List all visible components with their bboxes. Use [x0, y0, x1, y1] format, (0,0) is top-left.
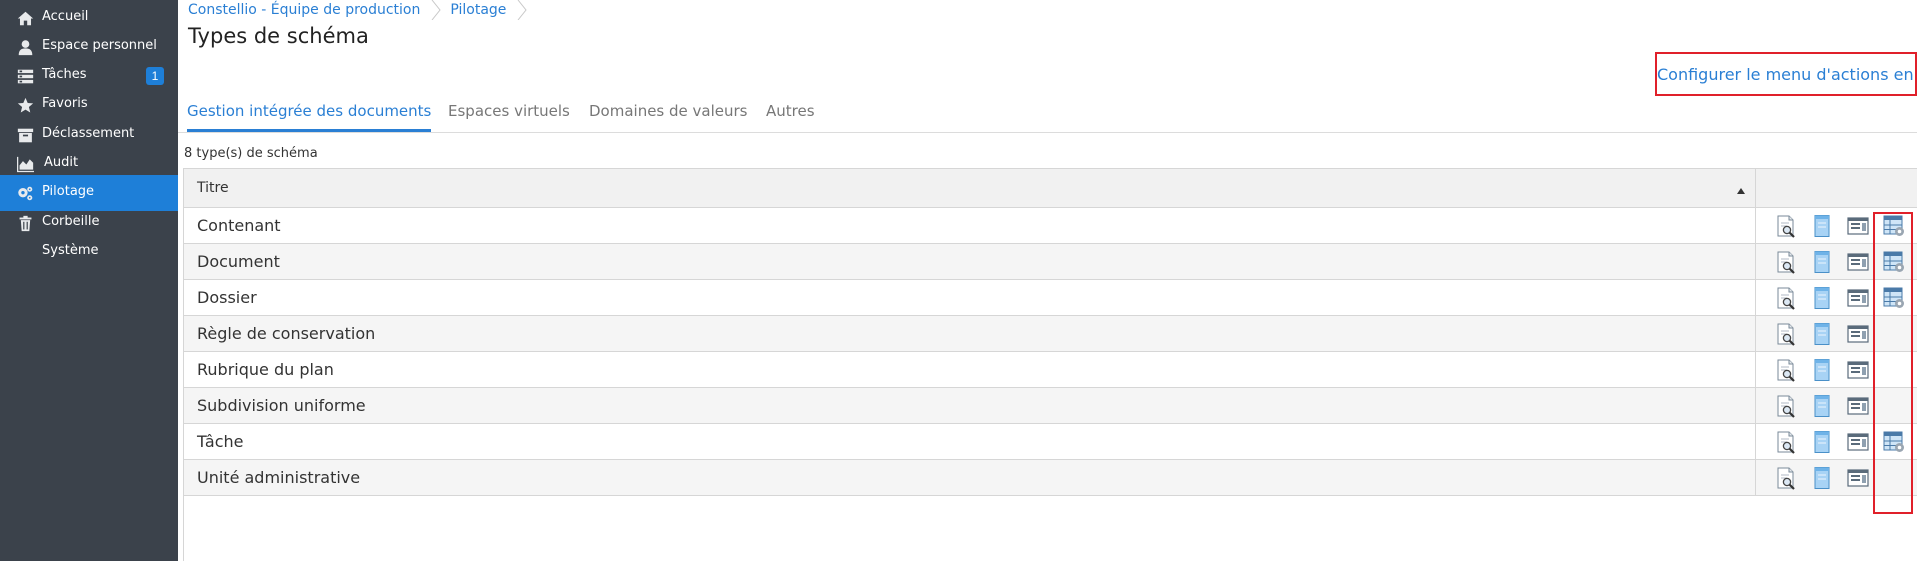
- edit-schema-icon[interactable]: [1810, 358, 1834, 382]
- edit-schema-icon[interactable]: [1810, 214, 1834, 238]
- breadcrumb-item-pilotage[interactable]: Pilotage: [450, 2, 506, 18]
- view-schema-icon[interactable]: [1774, 466, 1798, 490]
- row-title: Document: [197, 252, 280, 271]
- task-count-badge: 1: [146, 67, 164, 85]
- sidebar-item-label: Corbeille: [42, 214, 100, 229]
- batch-actions-config-icon[interactable]: [1882, 430, 1906, 454]
- column-divider: [1755, 169, 1756, 209]
- sidebar-item-label: Accueil: [42, 9, 89, 24]
- tab-bar: Gestion intégrée des documents Espaces v…: [178, 97, 1917, 133]
- edit-schema-icon[interactable]: [1810, 286, 1834, 310]
- batch-actions-config-icon[interactable]: [1882, 286, 1906, 310]
- table-row[interactable]: Document: [184, 244, 1917, 280]
- view-schema-icon[interactable]: [1774, 394, 1798, 418]
- view-schema-icon[interactable]: [1774, 214, 1798, 238]
- edit-schema-icon[interactable]: [1810, 430, 1834, 454]
- sidebar-item-label: Favoris: [42, 96, 88, 111]
- sidebar-item-label: Pilotage: [42, 184, 95, 199]
- table-header: Titre: [184, 168, 1917, 209]
- sidebar-item-systeme[interactable]: Système: [0, 234, 178, 270]
- edit-schema-icon[interactable]: [1810, 394, 1834, 418]
- row-title: Tâche: [197, 432, 244, 451]
- row-title: Subdivision uniforme: [197, 396, 366, 415]
- sort-ascending-icon[interactable]: [1736, 182, 1746, 194]
- table-row[interactable]: Subdivision uniforme: [184, 388, 1917, 424]
- sidebar-item-label: Audit: [44, 155, 79, 170]
- batch-actions-config-icon[interactable]: [1882, 250, 1906, 274]
- view-schema-icon[interactable]: [1774, 358, 1798, 382]
- form-display-icon[interactable]: [1846, 430, 1870, 454]
- breadcrumb-item-home[interactable]: Constellio - Équipe de production: [188, 2, 420, 18]
- table-row[interactable]: Règle de conservation: [184, 316, 1917, 352]
- batch-actions-config-icon[interactable]: [1882, 214, 1906, 238]
- sidebar: Accueil Espace personnel Tâches 1 Favori…: [0, 0, 178, 561]
- archive-icon: [16, 126, 34, 144]
- table-row[interactable]: Rubrique du plan: [184, 352, 1917, 388]
- view-schema-icon[interactable]: [1774, 286, 1798, 310]
- table-row[interactable]: Tâche: [184, 424, 1917, 460]
- form-display-icon[interactable]: [1846, 322, 1870, 346]
- form-display-icon[interactable]: [1846, 250, 1870, 274]
- view-schema-icon[interactable]: [1774, 250, 1798, 274]
- row-title: Règle de conservation: [197, 324, 376, 343]
- schema-type-count: 8 type(s) de schéma: [184, 146, 318, 161]
- edit-schema-icon[interactable]: [1810, 322, 1834, 346]
- tab-domaines-de-valeurs[interactable]: Domaines de valeurs: [589, 102, 748, 132]
- edit-schema-icon[interactable]: [1810, 466, 1834, 490]
- chevron-right-icon: [426, 0, 446, 20]
- view-schema-icon[interactable]: [1774, 430, 1798, 454]
- chevron-right-icon: [512, 0, 532, 20]
- sidebar-item-label: Espace personnel: [42, 38, 157, 53]
- trash-icon: [16, 214, 34, 232]
- table-row[interactable]: Unité administrative: [184, 460, 1917, 496]
- tasks-icon: [16, 67, 34, 85]
- form-display-icon[interactable]: [1846, 358, 1870, 382]
- schema-types-table: Titre Contenant Document Dossier Règle de c…: [183, 168, 1917, 561]
- sidebar-item-label: Système: [42, 243, 99, 258]
- sidebar-item-label: Déclassement: [42, 126, 135, 141]
- column-divider: [1755, 352, 1756, 388]
- form-display-icon[interactable]: [1846, 286, 1870, 310]
- table-row[interactable]: Dossier: [184, 280, 1917, 316]
- page-title: Types de schéma: [188, 24, 369, 48]
- view-schema-icon[interactable]: [1774, 322, 1798, 346]
- sidebar-item-label: Tâches: [42, 67, 87, 82]
- row-title: Rubrique du plan: [197, 360, 334, 379]
- column-divider: [1755, 280, 1756, 316]
- column-divider: [1755, 388, 1756, 424]
- breadcrumb: Constellio - Équipe de production Pilota…: [188, 0, 532, 20]
- column-divider: [1755, 316, 1756, 352]
- chart-area-icon: [14, 155, 36, 173]
- form-display-icon[interactable]: [1846, 466, 1870, 490]
- tab-espaces-virtuels[interactable]: Espaces virtuels: [448, 102, 570, 132]
- configure-batch-actions-link[interactable]: Configurer le menu d'actions en lot: [1655, 52, 1917, 96]
- form-display-icon[interactable]: [1846, 214, 1870, 238]
- tab-autres[interactable]: Autres: [766, 102, 815, 132]
- edit-schema-icon[interactable]: [1810, 250, 1834, 274]
- row-title: Contenant: [197, 216, 281, 235]
- star-icon: [16, 96, 34, 114]
- table-row[interactable]: Contenant: [184, 208, 1917, 244]
- row-title: Dossier: [197, 288, 257, 307]
- gears-icon: [16, 184, 34, 202]
- home-icon: [16, 9, 34, 27]
- column-divider: [1755, 244, 1756, 280]
- row-title: Unité administrative: [197, 468, 361, 487]
- form-display-icon[interactable]: [1846, 394, 1870, 418]
- tab-gestion-integree-documents[interactable]: Gestion intégrée des documents: [187, 102, 432, 132]
- user-icon: [16, 38, 34, 56]
- column-divider: [1755, 424, 1756, 460]
- column-divider: [1755, 460, 1756, 496]
- column-divider: [1755, 208, 1756, 244]
- column-header-titre[interactable]: Titre: [197, 180, 229, 196]
